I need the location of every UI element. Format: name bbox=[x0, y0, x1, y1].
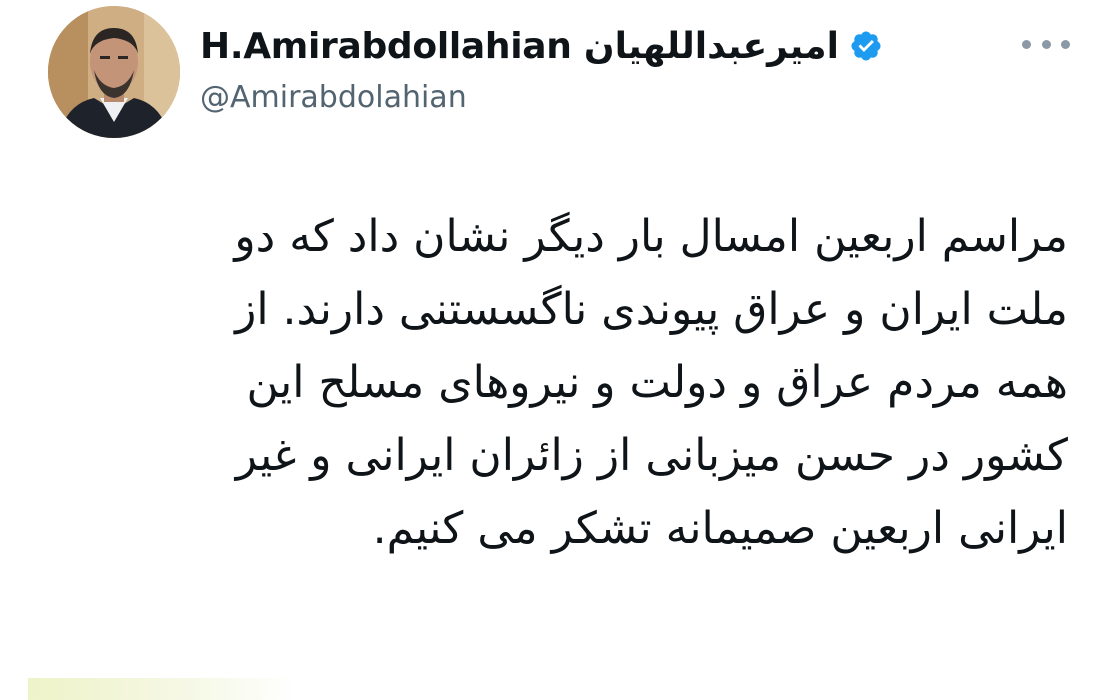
tweet-text-line: ایرانی اربعین صمیمانه تشکر می کنیم. bbox=[372, 503, 1068, 554]
more-dot bbox=[1041, 39, 1051, 49]
tweet-text-line: کشور در حسن میزبانی از زائران ایرانی و غ… bbox=[235, 430, 1068, 481]
avatar-photo bbox=[48, 6, 180, 138]
tweet-text-line: مراسم اربعین امسال بار دیگر نشان داد که … bbox=[234, 211, 1068, 262]
verified-badge-icon bbox=[851, 31, 881, 61]
author-display-name[interactable]: H.Amirabdollahian امیرعبداللهیان bbox=[200, 26, 839, 67]
tweet-text-line: همه مردم عراق و دولت و نیروهای مسلح این bbox=[246, 357, 1069, 408]
author-name-row[interactable]: H.Amirabdollahian امیرعبداللهیان bbox=[200, 22, 883, 70]
author-avatar[interactable] bbox=[48, 6, 180, 138]
cropped-bottom-edge bbox=[28, 678, 298, 700]
tweet-text: مراسم اربعین امسال بار دیگر نشان داد که … bbox=[108, 200, 1068, 565]
tweet-card: H.Amirabdollahian امیرعبداللهیان @Amirab… bbox=[0, 0, 1120, 700]
more-dot bbox=[1022, 39, 1031, 49]
more-dot bbox=[1061, 39, 1070, 49]
more-options-icon[interactable] bbox=[1022, 32, 1070, 56]
author-handle[interactable]: @Amirabdolahian bbox=[200, 76, 467, 120]
tweet-text-line: ملت ایران و عراق پیوندی ناگسستنی دارند. … bbox=[235, 284, 1068, 335]
